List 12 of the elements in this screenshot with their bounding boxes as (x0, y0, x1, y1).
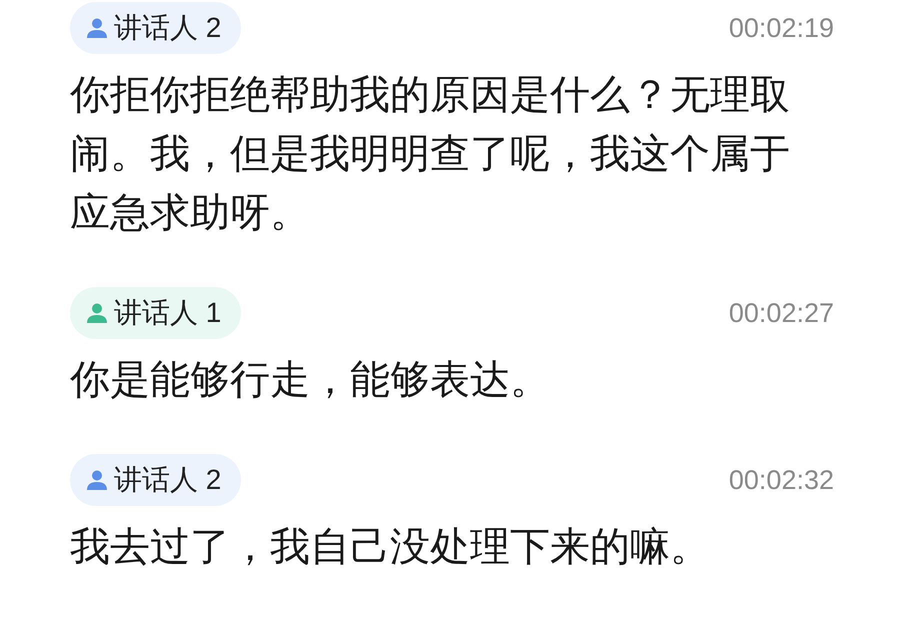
speaker-tag[interactable]: 讲话人 2 (70, 454, 242, 506)
timestamp: 00:02:27 (728, 296, 834, 330)
person-icon (86, 17, 108, 39)
speaker-tag[interactable]: 讲话人 1 (70, 287, 242, 339)
transcript-text: 你是能够行走，能够表达。 (70, 357, 551, 404)
transcript-text: 我去过了，我自己没处理下来的嘛。 (70, 524, 711, 571)
transcript-text: 你拒你拒绝帮助我的原因是什么？无理取闹。我，但是我明明查了呢，我这个属于应急求助呀。 (70, 72, 791, 237)
timestamp: 00:02:32 (728, 464, 834, 497)
speaker-tag[interactable]: 讲话人 2 (70, 2, 242, 54)
person-icon (86, 302, 108, 324)
timestamp: 00:02:19 (728, 12, 834, 45)
person-icon (86, 469, 108, 491)
